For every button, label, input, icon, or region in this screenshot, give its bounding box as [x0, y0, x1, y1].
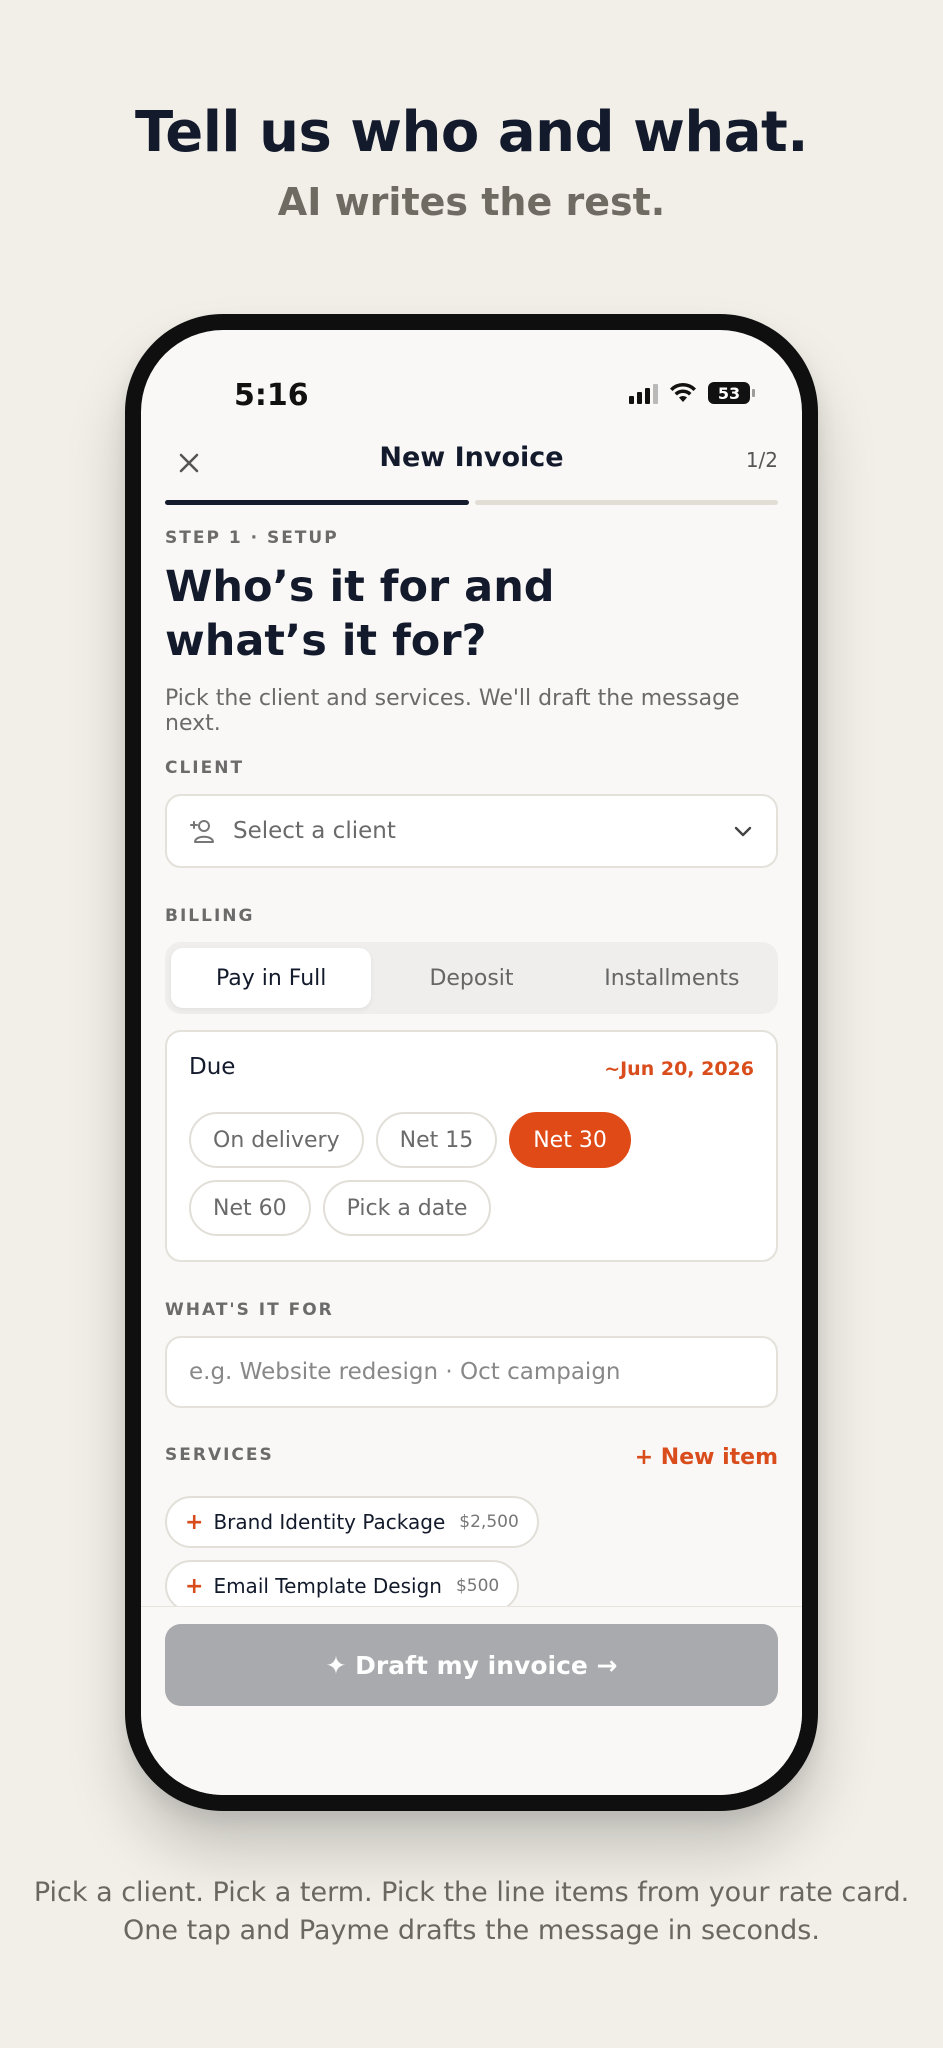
step-heading: Who’s it for and what’s it for? — [165, 560, 665, 668]
plus-icon: + — [185, 1573, 204, 1599]
progress-remaining — [474, 500, 778, 505]
billing-installments[interactable]: Installments — [572, 948, 772, 1008]
chip-net-15[interactable]: Net 15 — [375, 1112, 498, 1168]
chip-on-delivery[interactable]: On delivery — [189, 1112, 364, 1168]
what-label: WHAT'S IT FOR — [165, 1300, 334, 1320]
service-price: $500 — [455, 1576, 500, 1596]
what-input[interactable]: e.g. Website redesign · Oct campaign — [165, 1336, 778, 1408]
status-icons: 53 — [629, 382, 755, 404]
client-label: CLIENT — [165, 758, 245, 778]
client-select-placeholder: Select a client — [233, 818, 396, 844]
step-counter: 1/2 — [745, 448, 778, 472]
footer-line2: One tap and Payme drafts the message in … — [123, 1915, 820, 1946]
step-label: STEP 1 · SETUP — [165, 528, 339, 548]
due-date: ~Jun 20, 2026 — [604, 1058, 754, 1080]
hero-subtitle: AI writes the rest. — [277, 180, 666, 224]
new-item-button[interactable]: + New item — [635, 1445, 778, 1470]
services-label: SERVICES — [165, 1445, 274, 1465]
billing-label: BILLING — [165, 906, 255, 926]
billing-pay-in-full[interactable]: Pay in Full — [171, 948, 372, 1008]
chevron-down-icon — [734, 826, 752, 837]
hero-title: Tell us who and what. — [134, 100, 809, 165]
service-name: Email Template Design — [213, 1574, 442, 1598]
step-description: Pick the client and services. We'll draf… — [165, 686, 740, 736]
chip-pick-a-date[interactable]: Pick a date — [322, 1180, 492, 1236]
footer-line1: Pick a client. Pick a term. Pick the lin… — [33, 1877, 910, 1908]
progress-bar — [165, 500, 778, 505]
wifi-icon — [670, 382, 696, 402]
due-title: Due — [189, 1054, 236, 1080]
phone-frame: 5:16 53 New Invoice 1/2 STEP 1 · SETUP W… — [125, 314, 818, 1811]
due-term-chips: On delivery Net 15 Net 30 Net 60 Pick a … — [189, 1112, 754, 1236]
billing-segmented-control: Pay in Full Deposit Installments — [165, 942, 778, 1014]
step-heading-line1: Who’s it for and — [165, 562, 555, 612]
plus-icon: + — [185, 1509, 204, 1535]
chip-net-60[interactable]: Net 60 — [189, 1180, 311, 1236]
phone-screen: 5:16 53 New Invoice 1/2 STEP 1 · SETUP W… — [141, 330, 802, 1795]
service-chip[interactable]: + Brand Identity Package $2,500 — [165, 1496, 539, 1548]
step-heading-line2: what’s it for? — [165, 616, 487, 666]
progress-complete — [165, 500, 469, 505]
add-user-icon — [190, 820, 214, 843]
footer-caption: Pick a client. Pick a term. Pick the lin… — [0, 1874, 943, 1950]
service-name: Brand Identity Package — [213, 1510, 446, 1534]
signal-icon — [629, 382, 658, 404]
chip-net-30[interactable]: Net 30 — [509, 1112, 631, 1168]
service-price: $2,500 — [459, 1512, 519, 1532]
battery-icon: 53 — [708, 382, 755, 404]
service-chip[interactable]: + Email Template Design $500 — [165, 1560, 520, 1612]
status-time: 5:16 — [234, 378, 309, 413]
client-select[interactable]: Select a client — [165, 794, 778, 868]
due-card: Due ~Jun 20, 2026 On delivery Net 15 Net… — [165, 1030, 778, 1262]
draft-invoice-button[interactable]: ✦ Draft my invoice → — [165, 1624, 778, 1706]
page-title: New Invoice — [379, 442, 564, 473]
billing-deposit[interactable]: Deposit — [371, 948, 571, 1008]
